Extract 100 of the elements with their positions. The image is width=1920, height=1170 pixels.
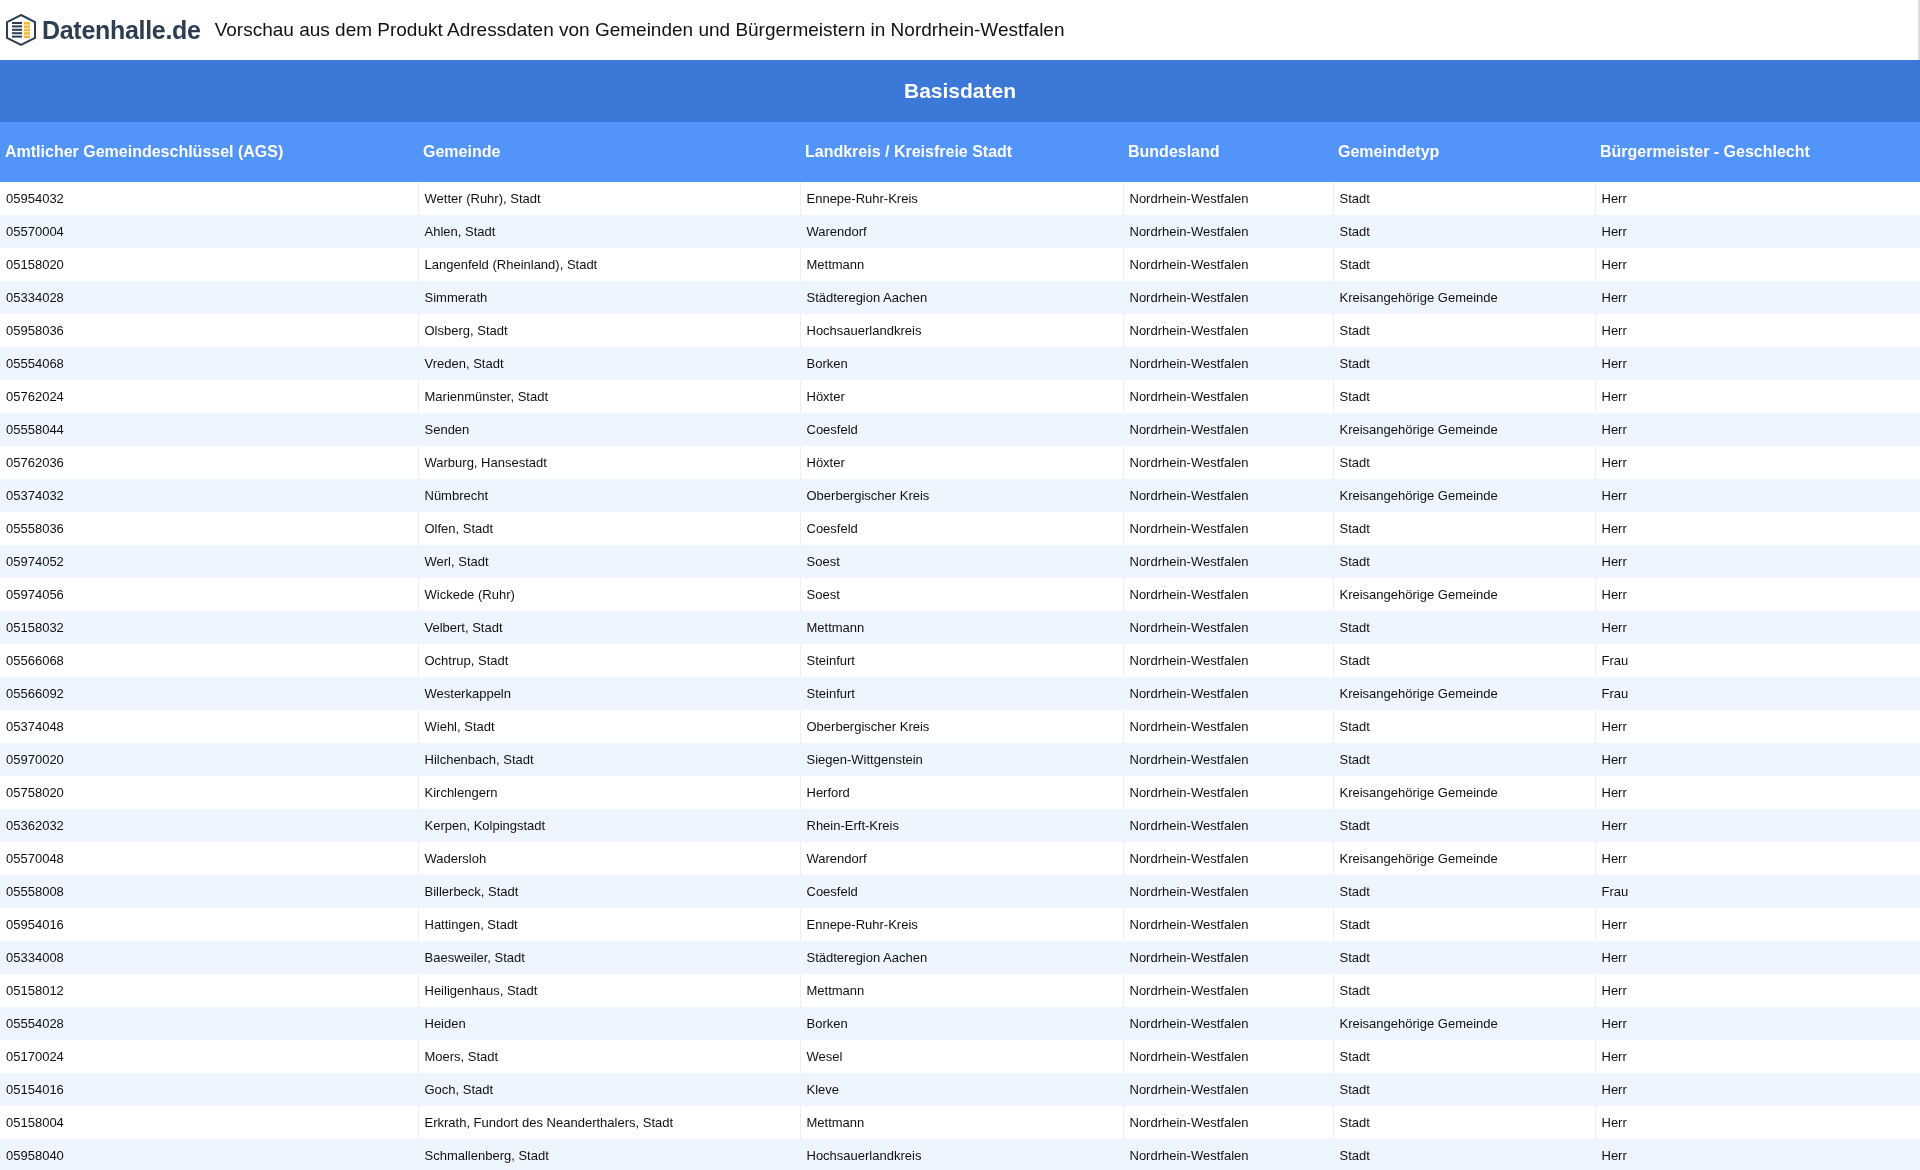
table-cell: 05374032 [0, 479, 418, 512]
table-cell: Frau [1595, 677, 1920, 710]
table-cell: Stadt [1333, 1139, 1595, 1170]
table-cell: Nordrhein-Westfalen [1123, 413, 1333, 446]
table-cell: Städteregion Aachen [800, 281, 1123, 314]
table-cell: Nordrhein-Westfalen [1123, 281, 1333, 314]
table-cell: Frau [1595, 875, 1920, 908]
table-cell: Nordrhein-Westfalen [1123, 1007, 1333, 1040]
table-cell: Stadt [1333, 347, 1595, 380]
table-cell: Baesweiler, Stadt [418, 941, 800, 974]
table-cell: Siegen-Wittgenstein [800, 743, 1123, 776]
table-cell: Nordrhein-Westfalen [1123, 941, 1333, 974]
table-cell: Herr [1595, 809, 1920, 842]
table-cell: Herr [1595, 1073, 1920, 1106]
table-cell: Schmallenberg, Stadt [418, 1139, 800, 1170]
table-cell: Herr [1595, 215, 1920, 248]
table-cell: Goch, Stadt [418, 1073, 800, 1106]
table-cell: Steinfurt [800, 677, 1123, 710]
table-cell: Herr [1595, 545, 1920, 578]
table-cell: Coesfeld [800, 413, 1123, 446]
table-cell: Stadt [1333, 215, 1595, 248]
table-cell: Kreisangehörige Gemeinde [1333, 677, 1595, 710]
table-cell: 05554028 [0, 1007, 418, 1040]
table-cell: Senden [418, 413, 800, 446]
table-cell: Stadt [1333, 941, 1595, 974]
table-cell: Kreisangehörige Gemeinde [1333, 479, 1595, 512]
table-cell: 05762036 [0, 446, 418, 479]
table-cell: 05362032 [0, 809, 418, 842]
table-cell: Nümbrecht [418, 479, 800, 512]
table-cell: Simmerath [418, 281, 800, 314]
table-cell: Nordrhein-Westfalen [1123, 479, 1333, 512]
table-cell: Hochsauerlandkreis [800, 1139, 1123, 1170]
column-header: Bundesland [1123, 122, 1333, 182]
table-cell: Velbert, Stadt [418, 611, 800, 644]
table-cell: 05374048 [0, 710, 418, 743]
table-cell: Oberbergischer Kreis [800, 479, 1123, 512]
table-cell: 05570004 [0, 215, 418, 248]
table-cell: Soest [800, 545, 1123, 578]
table-cell: Herr [1595, 479, 1920, 512]
table-cell: Nordrhein-Westfalen [1123, 545, 1333, 578]
table-cell: 05158032 [0, 611, 418, 644]
table-cell: 05158012 [0, 974, 418, 1007]
table-cell: Herr [1595, 611, 1920, 644]
table-cell: Heiden [418, 1007, 800, 1040]
table-cell: Stadt [1333, 611, 1595, 644]
table-cell: 05958036 [0, 314, 418, 347]
column-header: Landkreis / Kreisfreie Stadt [800, 122, 1123, 182]
table-cell: Kreisangehörige Gemeinde [1333, 1007, 1595, 1040]
table-cell: 05158020 [0, 248, 418, 281]
table-cell: 05334008 [0, 941, 418, 974]
table-cell: Hilchenbach, Stadt [418, 743, 800, 776]
table-cell: Warendorf [800, 215, 1123, 248]
table-cell: Stadt [1333, 875, 1595, 908]
table-cell: Kreisangehörige Gemeinde [1333, 413, 1595, 446]
table-cell: 05158004 [0, 1106, 418, 1139]
table-cell: Nordrhein-Westfalen [1123, 743, 1333, 776]
table-cell: Herr [1595, 413, 1920, 446]
table-cell: Nordrhein-Westfalen [1123, 677, 1333, 710]
table-cell: Herr [1595, 347, 1920, 380]
table-cell: 05570048 [0, 842, 418, 875]
table-cell: 05558008 [0, 875, 418, 908]
table-cell: Coesfeld [800, 875, 1123, 908]
table-cell: 05566068 [0, 644, 418, 677]
table-cell: Stadt [1333, 545, 1595, 578]
table-cell: Kleve [800, 1073, 1123, 1106]
table-cell: Kreisangehörige Gemeinde [1333, 281, 1595, 314]
table-cell: Nordrhein-Westfalen [1123, 875, 1333, 908]
table-cell: Stadt [1333, 743, 1595, 776]
table-cell: 05954016 [0, 908, 418, 941]
table-cell: Städteregion Aachen [800, 941, 1123, 974]
table-cell: 05762024 [0, 380, 418, 413]
logo-text[interactable]: Datenhalle.de [42, 15, 201, 45]
group-header: Basisdaten [0, 60, 1920, 122]
table-cell: Herr [1595, 1139, 1920, 1170]
table-cell: 05970020 [0, 743, 418, 776]
table-cell: Westerkappeln [418, 677, 800, 710]
table-cell: Ahlen, Stadt [418, 215, 800, 248]
table-cell: Billerbeck, Stadt [418, 875, 800, 908]
table-cell: 05558044 [0, 413, 418, 446]
table-cell: Herr [1595, 743, 1920, 776]
table-cell: Rhein-Erft-Kreis [800, 809, 1123, 842]
column-header: Gemeindetyp [1333, 122, 1595, 182]
table-cell: Vreden, Stadt [418, 347, 800, 380]
table-cell: 05154016 [0, 1073, 418, 1106]
table-cell: 05566092 [0, 677, 418, 710]
table-cell: Herr [1595, 1007, 1920, 1040]
column-header: Bürgermeister - Geschlecht [1595, 122, 1920, 182]
table-cell: 05958040 [0, 1139, 418, 1170]
table-cell: 05554068 [0, 347, 418, 380]
table-cell: 05954032 [0, 182, 418, 215]
table-cell: Nordrhein-Westfalen [1123, 1139, 1333, 1170]
table-cell: Herr [1595, 941, 1920, 974]
table-cell: Nordrhein-Westfalen [1123, 215, 1333, 248]
column-header: Gemeinde [418, 122, 800, 182]
table-cell: Nordrhein-Westfalen [1123, 1073, 1333, 1106]
table-cell: 05334028 [0, 281, 418, 314]
table-cell: 05170024 [0, 1040, 418, 1073]
column-header: Amtlicher Gemeindeschlüssel (AGS) [0, 122, 418, 182]
table-cell: Stadt [1333, 809, 1595, 842]
table-cell: Kerpen, Kolpingstadt [418, 809, 800, 842]
